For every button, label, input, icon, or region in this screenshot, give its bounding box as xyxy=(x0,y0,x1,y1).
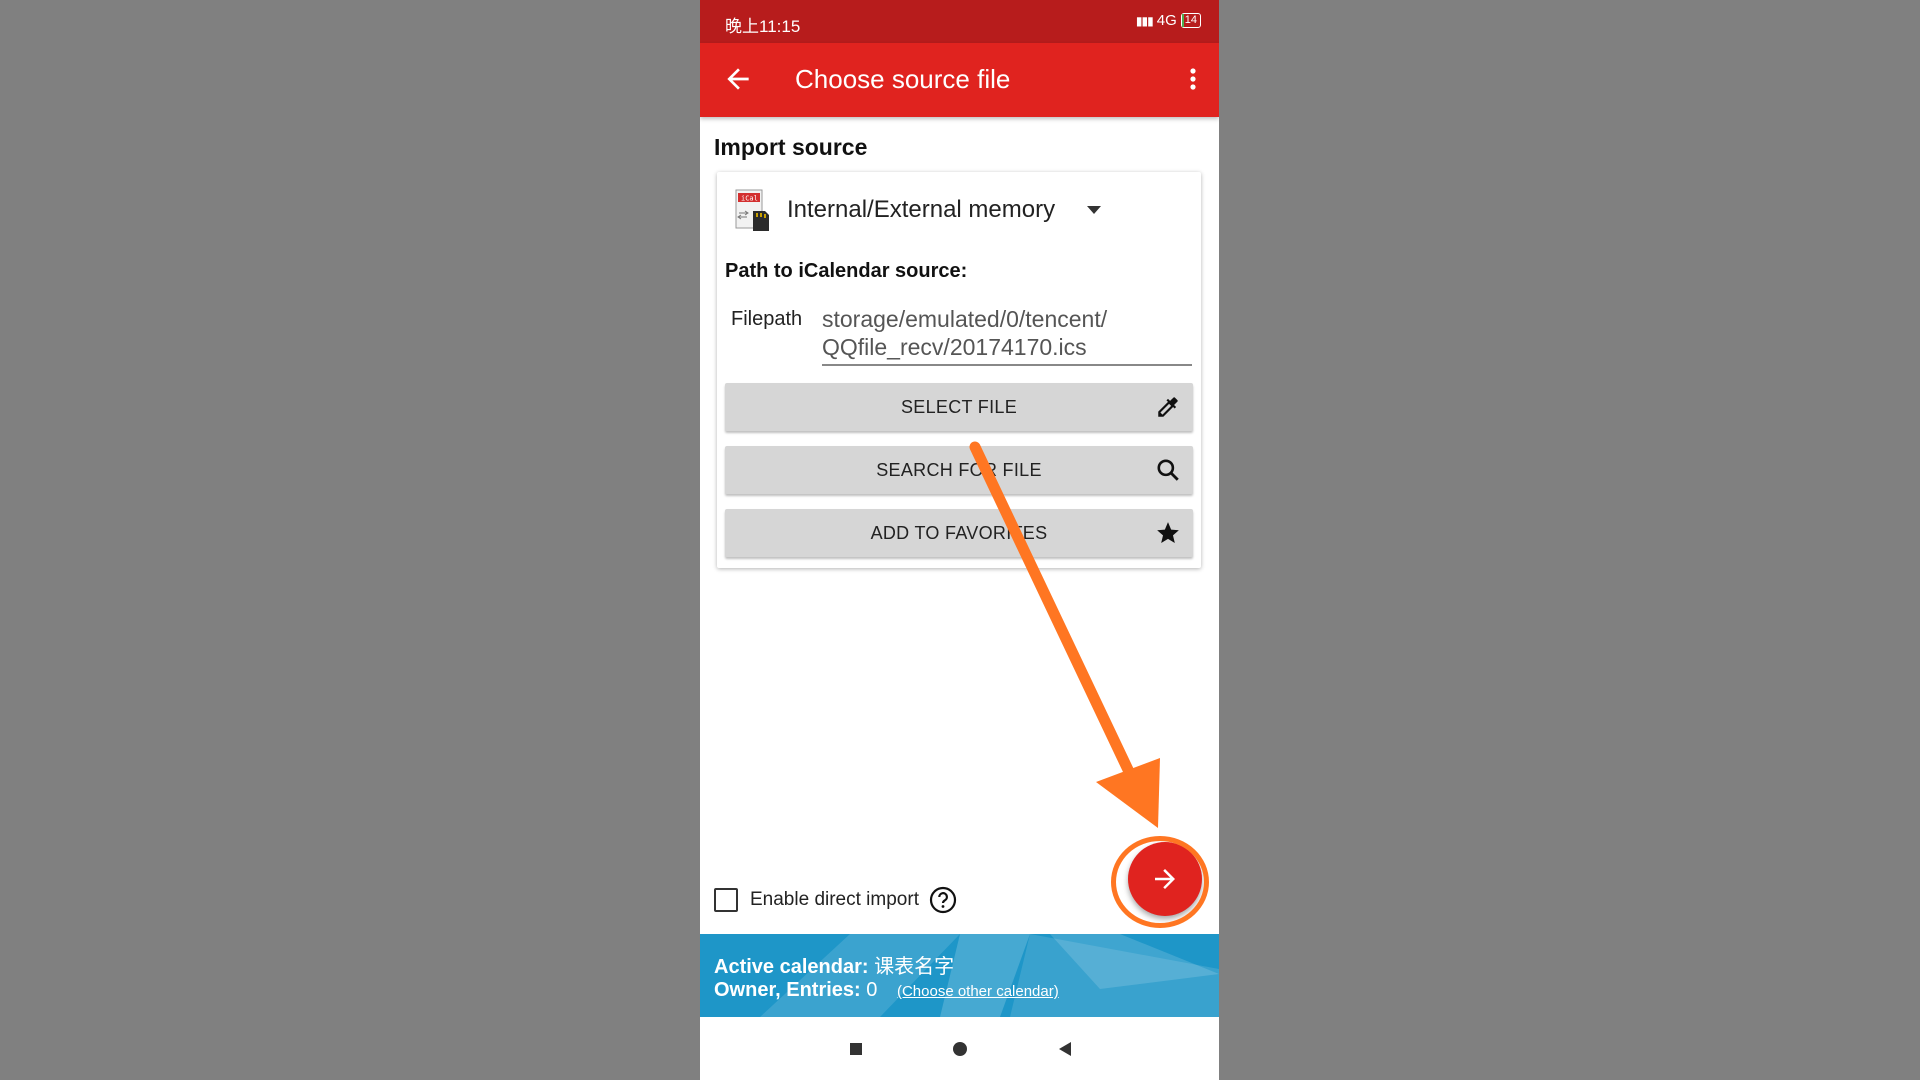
page-title: Choose source file xyxy=(795,64,1011,94)
active-calendar-label: Active calendar: xyxy=(714,956,869,978)
recent-apps-icon[interactable] xyxy=(842,1035,870,1063)
svg-text:iCal: iCal xyxy=(741,195,758,203)
eyedropper-icon xyxy=(1158,397,1178,417)
owner-entries-label: Owner, Entries: xyxy=(714,979,861,1001)
help-circle-icon[interactable] xyxy=(929,886,957,914)
add-favorites-button[interactable]: ADD TO FAVORITES xyxy=(725,509,1193,557)
filepath-input[interactable]: storage/emulated/0/tencent/ QQfile_recv/… xyxy=(822,305,1192,366)
battery-icon: 14 xyxy=(1180,13,1201,28)
next-fab-button[interactable] xyxy=(1128,842,1202,916)
owner-entries-line: Owner, Entries: 0 (Choose other calendar… xyxy=(714,979,1059,1002)
more-vert-icon[interactable] xyxy=(1181,63,1205,95)
status-icons: ▮▮▮ 4G 14 xyxy=(1136,12,1201,29)
active-calendar-line: Active calendar: 课表名字 xyxy=(714,950,954,979)
app-bar: Choose source file xyxy=(700,43,1219,117)
battery-level: 14 xyxy=(1184,14,1197,26)
search-icon xyxy=(1157,459,1179,481)
calendar-banner: Active calendar: 课表名字 Owner, Entries: 0 … xyxy=(700,934,1219,1017)
direct-import-label: Enable direct import xyxy=(750,889,919,910)
ical-sdcard-icon: iCal xyxy=(735,189,769,231)
arrow-right-icon xyxy=(1155,869,1175,889)
select-file-button[interactable]: SELECT FILE xyxy=(725,383,1193,431)
path-label: Path to iCalendar source: xyxy=(725,260,968,282)
home-icon[interactable] xyxy=(946,1035,974,1063)
source-selected-value: Internal/External memory xyxy=(787,196,1056,223)
add-favorites-label: ADD TO FAVORITES xyxy=(870,523,1048,543)
entries-value: 0 xyxy=(866,979,878,1001)
direct-import-row: Enable direct import xyxy=(714,886,957,914)
search-file-label: SEARCH FOR FILE xyxy=(876,460,1042,480)
filepath-label: Filepath xyxy=(731,308,803,330)
arrow-left-icon[interactable] xyxy=(722,63,754,95)
import-source-heading: Import source xyxy=(714,134,868,160)
signal-icon: ▮▮▮ xyxy=(1135,13,1154,28)
status-bar: 晚上11:15 ▮▮▮ 4G 14 xyxy=(700,0,1219,43)
network-type: 4G xyxy=(1156,12,1177,29)
direct-import-checkbox[interactable] xyxy=(714,888,738,912)
phone-screen: 晚上11:15 ▮▮▮ 4G 14 Choose source file Imp… xyxy=(700,0,1219,1080)
source-dropdown[interactable]: iCal Internal/External memory xyxy=(735,188,1102,232)
select-file-label: SELECT FILE xyxy=(900,397,1017,417)
active-calendar-value: 课表名字 xyxy=(874,956,955,978)
import-source-card: iCal Internal/External memory Path to iC… xyxy=(717,172,1201,568)
choose-calendar-link[interactable]: (Choose other calendar) xyxy=(897,983,1059,1000)
search-file-button[interactable]: SEARCH FOR FILE xyxy=(725,446,1193,494)
system-nav-bar xyxy=(700,1017,1219,1080)
status-time: 晚上11:15 xyxy=(725,17,801,36)
star-icon xyxy=(1157,522,1179,543)
back-triangle-icon[interactable] xyxy=(1051,1035,1079,1063)
chevron-down-icon xyxy=(1087,206,1102,214)
